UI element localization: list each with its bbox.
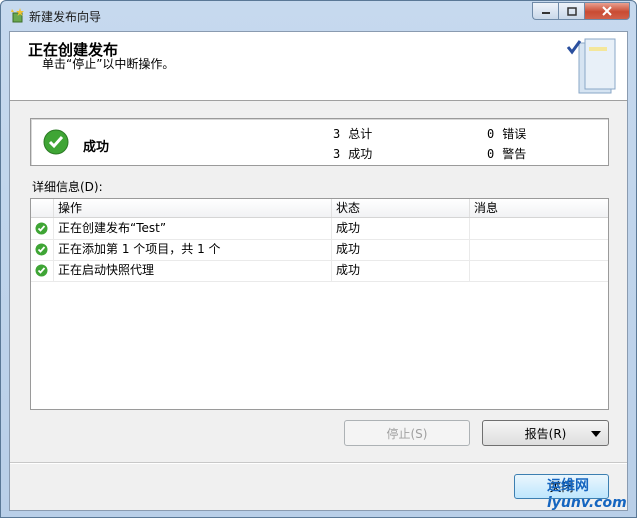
row-success-check-icon	[35, 264, 48, 277]
row-action: 正在添加第 1 个项目，共 1 个	[53, 239, 331, 260]
details-list-header: 操作 状态 消息	[31, 199, 608, 218]
error-count-value: 0	[487, 127, 495, 141]
warning-count-value: 0	[487, 147, 495, 161]
watermark-line2: iyunv.com	[547, 495, 627, 511]
table-row[interactable]: 正在创建发布“Test” 成功	[31, 218, 608, 240]
site-watermark: 运维网 iyunv.com	[541, 473, 633, 517]
row-action: 正在创建发布“Test”	[53, 218, 331, 239]
page-subtitle: 单击“停止”以中断操作。	[42, 57, 175, 71]
stop-button[interactable]: 停止(S)	[344, 420, 470, 446]
success-count: 3 成功	[333, 145, 372, 162]
table-row[interactable]: 正在启动快照代理 成功	[31, 260, 608, 282]
column-header-action[interactable]: 操作	[53, 199, 331, 217]
error-count: 0 错误	[487, 125, 526, 142]
row-message	[469, 218, 608, 239]
row-status: 成功	[331, 260, 469, 281]
wizard-header: 正在创建发布 单击“停止”以中断操作。	[10, 32, 627, 101]
row-message	[469, 239, 608, 260]
warning-count: 0 警告	[487, 145, 526, 162]
close-window-button[interactable]	[584, 2, 630, 20]
minimize-icon	[541, 12, 550, 14]
minimize-button[interactable]	[532, 2, 558, 20]
wizard-client-area: 正在创建发布 单击“停止”以中断操作。 成功 3 总计 3 成功 0 错误 0 …	[9, 31, 628, 511]
error-count-label: 错误	[502, 127, 527, 141]
table-row[interactable]: 正在添加第 1 个项目，共 1 个 成功	[31, 239, 608, 261]
warning-count-label: 警告	[502, 147, 527, 161]
total-count-value: 3	[333, 127, 341, 141]
column-header-message[interactable]: 消息	[469, 199, 608, 217]
row-message	[469, 260, 608, 281]
watermark-line1: 运维网	[547, 478, 589, 494]
report-button[interactable]: 报告(R)	[482, 420, 609, 446]
window-controls	[532, 2, 630, 20]
success-count-value: 3	[333, 147, 341, 161]
column-header-status[interactable]: 状态	[331, 199, 469, 217]
details-label: 详细信息(D):	[32, 180, 103, 194]
maximize-icon	[566, 6, 577, 16]
status-text: 成功	[83, 140, 110, 155]
wizard-app-icon	[11, 8, 24, 23]
row-action: 正在启动快照代理	[53, 260, 331, 281]
wizard-window: 新建发布向导 正在创建发布 单击“停止”以中断操作。 成功 3 总计 3 成功 …	[0, 0, 637, 518]
wizard-book-illustration-icon	[566, 38, 616, 94]
window-title: 新建发布向导	[29, 10, 102, 24]
success-check-icon	[43, 129, 69, 155]
total-count: 3 总计	[333, 125, 372, 142]
row-success-check-icon	[35, 243, 48, 256]
row-status: 成功	[331, 239, 469, 260]
total-count-label: 总计	[348, 127, 373, 141]
footer-divider	[10, 462, 627, 464]
report-button-label: 报告(R)	[524, 426, 567, 441]
maximize-button[interactable]	[558, 2, 584, 20]
row-success-check-icon	[35, 222, 48, 235]
row-status: 成功	[331, 218, 469, 239]
status-summary-panel: 成功 3 总计 3 成功 0 错误 0 警告	[30, 118, 609, 166]
title-bar[interactable]: 新建发布向导	[1, 1, 636, 29]
success-count-label: 成功	[348, 147, 373, 161]
close-icon	[602, 6, 612, 16]
details-list[interactable]: 操作 状态 消息 正在创建发布“Test” 成功 正在添加第 1 个项目，共 1…	[30, 198, 609, 410]
dropdown-arrow-icon	[591, 431, 601, 437]
